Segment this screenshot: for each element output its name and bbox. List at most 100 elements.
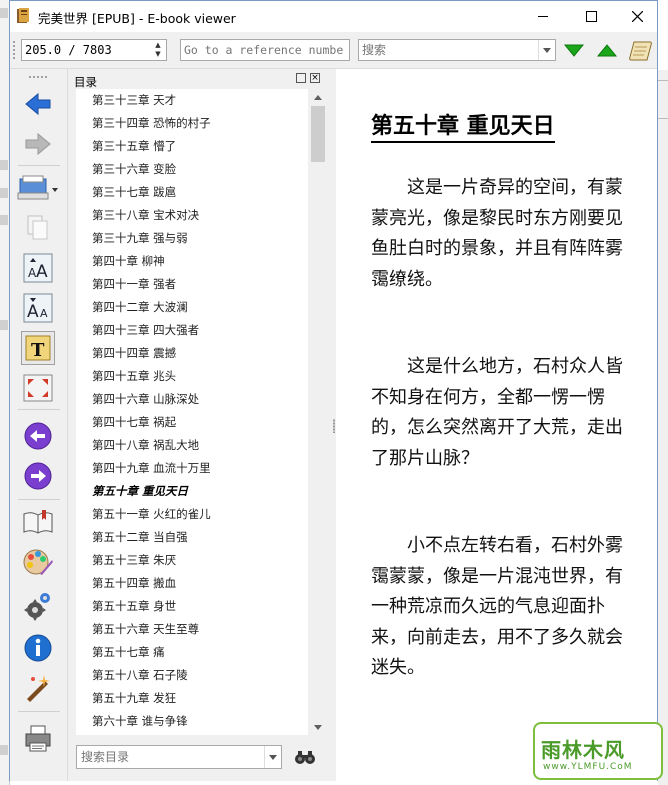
toc-item[interactable]: 第六十章 谁与争锋 xyxy=(92,710,188,732)
minimize-button[interactable] xyxy=(520,1,566,31)
maximize-icon xyxy=(585,10,597,22)
toc-item[interactable]: 第四十章 柳神 xyxy=(92,250,165,272)
goto-reference-field[interactable] xyxy=(180,39,350,61)
side-toolbar-grip[interactable] xyxy=(28,75,48,79)
toc-list[interactable]: 第三十三章 天才 第三十四章 恐怖的村子 第三十五章 懵了 第三十六章 变脸 第三十七章… xyxy=(76,89,308,735)
watermark-url: www.YLMFU.CoM xyxy=(543,762,633,772)
reading-pane[interactable]: 第五十章 重见天日 这是一片奇异的空间，有蒙蒙亮光，像是黎民时东方刚要见鱼肚白时… xyxy=(336,69,657,781)
separator xyxy=(18,165,60,166)
find-next-icon xyxy=(563,44,585,57)
toc-item[interactable]: 第五十二章 当自强 xyxy=(92,526,188,548)
separator xyxy=(18,409,60,410)
toc-item-current[interactable]: 第五十章 重见天日 xyxy=(92,480,188,502)
bookmarks-icon xyxy=(23,510,53,534)
svg-text:A: A xyxy=(27,302,39,322)
previous-page-icon xyxy=(24,422,52,450)
background-line xyxy=(658,118,668,119)
ebook-viewer-window: 完美世界 [EPUB] - E-book viewer ▲ ▼ xyxy=(9,0,658,781)
separator xyxy=(18,499,60,500)
toc-item[interactable]: 第三十五章 懵了 xyxy=(92,135,176,157)
toc-item[interactable]: 第五十九章 发狂 xyxy=(92,687,176,709)
find-previous-button[interactable] xyxy=(596,39,618,61)
splitter-handle[interactable] xyxy=(333,419,335,433)
toc-search-button[interactable] xyxy=(292,746,318,768)
toc-toggle-button[interactable]: T xyxy=(21,331,55,365)
toc-item[interactable]: 第四十一章 强者 xyxy=(92,273,176,295)
toc-item[interactable]: 第四十四章 震撼 xyxy=(92,342,176,364)
fullscreen-button[interactable] xyxy=(21,371,55,405)
toc-item[interactable]: 第五十四章 搬血 xyxy=(92,572,176,594)
metadata-info-button[interactable] xyxy=(21,631,55,665)
open-ebook-button[interactable] xyxy=(16,171,60,205)
maximize-button[interactable] xyxy=(568,1,614,31)
toc-float-button[interactable] xyxy=(296,73,306,83)
toc-item[interactable]: 第三十六章 变脸 xyxy=(92,158,176,180)
toc-item[interactable]: 第四十五章 兆头 xyxy=(92,365,176,387)
toc-item[interactable]: 第三十七章 跋扈 xyxy=(92,181,176,203)
toc-item[interactable]: 第四十九章 血流十万里 xyxy=(92,457,211,479)
toc-title: 目录 xyxy=(74,75,97,89)
print-button[interactable] xyxy=(21,721,55,755)
toc-search-combobox[interactable] xyxy=(76,745,282,769)
toc-item[interactable]: 第五十七章 痛 xyxy=(92,641,165,663)
reference-mode-button[interactable] xyxy=(21,545,55,579)
previous-page-button[interactable] xyxy=(21,419,55,453)
info-icon xyxy=(24,634,52,662)
font-smaller-button[interactable]: A A xyxy=(21,291,55,325)
lookup-button[interactable] xyxy=(628,39,654,61)
background-fragment xyxy=(0,8,8,18)
toc-item[interactable]: 第四十六章 山脉深处 xyxy=(92,388,199,410)
toc-item[interactable]: 第三十三章 天才 xyxy=(92,89,176,111)
copy-button[interactable] xyxy=(21,211,55,245)
toc-item[interactable]: 第四十八章 祸乱大地 xyxy=(92,434,199,456)
spin-down-icon[interactable]: ▼ xyxy=(151,50,165,59)
preferences-button[interactable] xyxy=(21,589,55,623)
toc-item[interactable]: 第四十二章 大波澜 xyxy=(92,296,188,318)
inspect-button[interactable] xyxy=(21,671,55,705)
toc-item[interactable]: 第五十三章 朱厌 xyxy=(92,549,176,571)
toc-item[interactable]: 第四十七章 祸起 xyxy=(92,411,176,433)
toc-item[interactable]: 第五十八章 石子陵 xyxy=(92,664,188,686)
scroll-thumb[interactable] xyxy=(311,106,325,162)
chevron-up-icon xyxy=(314,94,322,100)
top-toolbar: ▲ ▼ xyxy=(10,32,657,69)
position-spinbox[interactable]: ▲ ▼ xyxy=(21,39,167,61)
forward-button[interactable] xyxy=(21,127,55,161)
find-previous-icon xyxy=(596,44,618,57)
back-button[interactable] xyxy=(21,87,55,121)
close-button[interactable] xyxy=(614,1,660,31)
toolbar-grip[interactable] xyxy=(12,40,16,60)
minimize-icon xyxy=(538,15,548,17)
toc-item[interactable]: 第五十六章 天生至尊 xyxy=(92,618,199,640)
scroll-down-button[interactable] xyxy=(310,719,326,735)
position-spin-buttons[interactable]: ▲ ▼ xyxy=(151,41,165,59)
background-line xyxy=(658,80,668,81)
find-next-button[interactable] xyxy=(563,39,585,61)
toc-item[interactable]: 第四十三章 四大强者 xyxy=(92,319,199,341)
app-logo-icon xyxy=(16,7,32,25)
toc-search-input[interactable] xyxy=(81,748,257,766)
svg-text:T: T xyxy=(31,340,45,361)
search-combobox[interactable] xyxy=(358,39,556,61)
toc-search-dropdown[interactable] xyxy=(264,746,281,768)
toc-item[interactable]: 第五十五章 身世 xyxy=(92,595,176,617)
open-ebook-icon xyxy=(17,175,58,200)
scroll-up-button[interactable] xyxy=(310,89,326,105)
toc-close-button[interactable]: × xyxy=(310,73,320,83)
next-page-button[interactable] xyxy=(21,459,55,493)
bookmarks-button[interactable] xyxy=(21,505,55,539)
search-dropdown-button[interactable] xyxy=(538,40,555,60)
search-input[interactable] xyxy=(362,41,532,59)
spin-up-icon[interactable]: ▲ xyxy=(151,41,165,50)
toc-item[interactable]: 第三十四章 恐怖的村子 xyxy=(92,112,211,134)
toc-item[interactable]: 第三十九章 强与弱 xyxy=(92,227,188,249)
window-title: 完美世界 [EPUB] - E-book viewer xyxy=(38,11,236,26)
title-bar[interactable]: 完美世界 [EPUB] - E-book viewer xyxy=(10,1,657,31)
toc-item[interactable]: 第五十一章 火红的雀儿 xyxy=(92,503,211,525)
toc-scrollbar[interactable] xyxy=(310,89,326,735)
font-larger-button[interactable]: A A xyxy=(21,251,55,285)
toc-item[interactable]: 第三十八章 宝术对决 xyxy=(92,204,199,226)
font-larger-icon: A A xyxy=(23,253,53,283)
position-input[interactable] xyxy=(25,41,147,59)
goto-reference-input[interactable] xyxy=(184,41,344,59)
